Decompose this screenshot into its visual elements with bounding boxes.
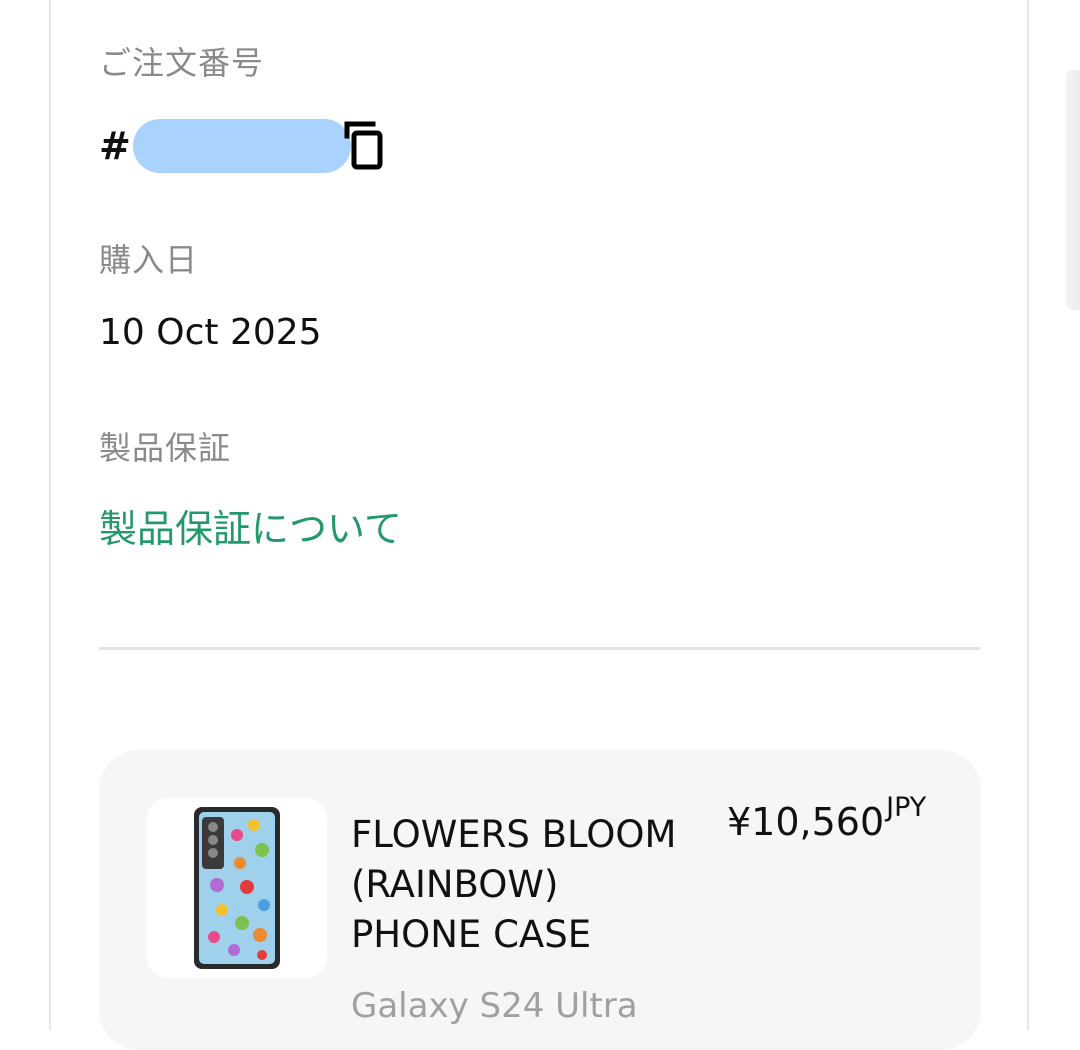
- warranty-label: 製品保証: [99, 429, 232, 467]
- copy-icon[interactable]: [343, 120, 389, 172]
- order-number-label: ご注文番号: [99, 44, 265, 82]
- product-name: FLOWERS BLOOM (RAINBOW) PHONE CASE: [351, 813, 677, 956]
- phone-case-image: [194, 807, 280, 969]
- order-number-redacted: [132, 119, 351, 173]
- section-divider: [99, 647, 980, 650]
- purchase-date-label: 購入日: [99, 241, 199, 279]
- product-price-currency: JPY: [886, 792, 927, 823]
- order-number-hash: #: [99, 124, 131, 168]
- product-card[interactable]: FLOWERS BLOOM (RAINBOW) PHONE CASE ¥10,5…: [99, 750, 981, 1050]
- order-number-row: #: [99, 118, 389, 174]
- product-price: ¥10,560JPY: [727, 792, 926, 844]
- purchase-date-value: 10 Oct 2025: [99, 312, 322, 353]
- warranty-info-link[interactable]: 製品保証について: [99, 498, 402, 553]
- product-price-amount: ¥10,560: [727, 800, 885, 844]
- product-thumbnail: [147, 798, 327, 978]
- adjacent-panel-edge: [1066, 70, 1080, 310]
- product-variant: Galaxy S24 Ultra: [351, 986, 638, 1026]
